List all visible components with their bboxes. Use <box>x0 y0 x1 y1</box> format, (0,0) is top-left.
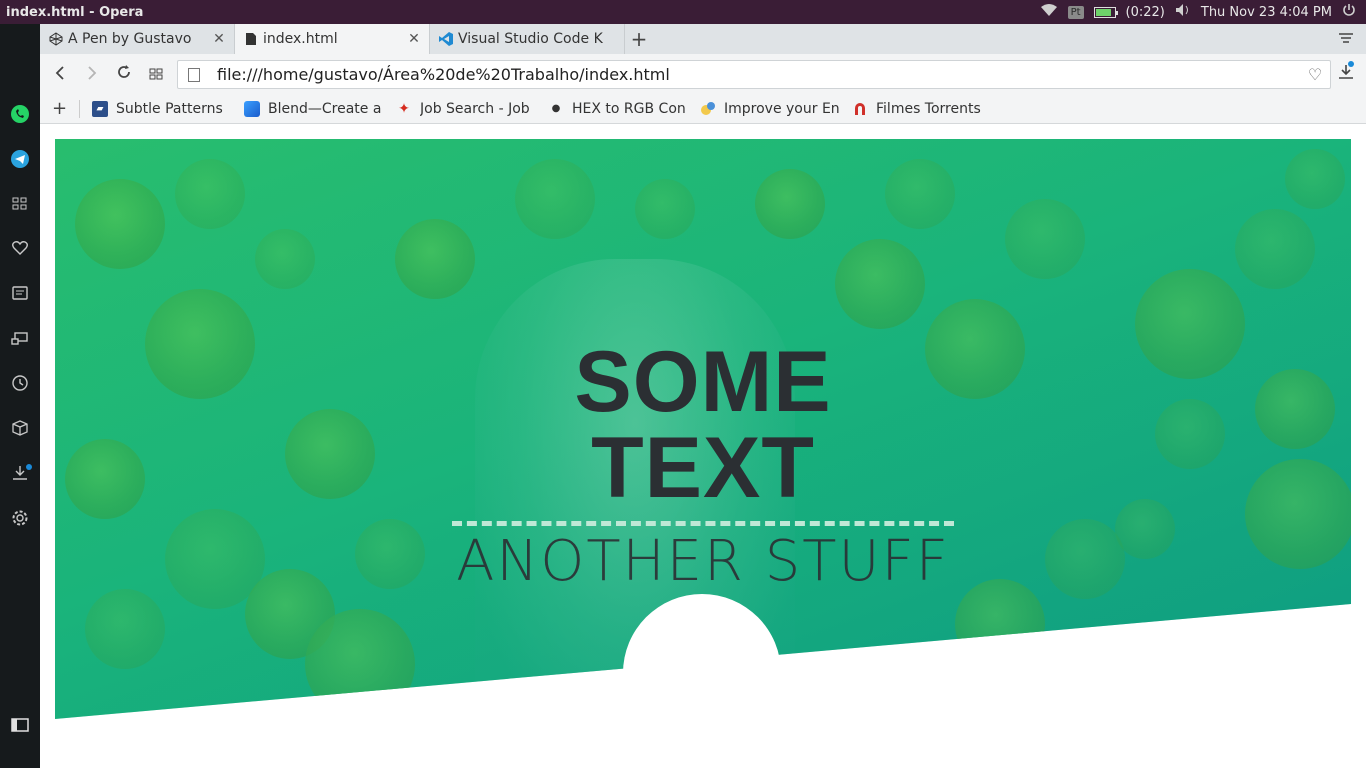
maple-leaf-icon: ✦ <box>398 100 410 117</box>
tab-strip: A Pen by Gustavo ✕ index.html ✕ Visual S… <box>40 24 1366 54</box>
magnet-icon <box>852 101 868 117</box>
wifi-icon[interactable] <box>1040 3 1058 21</box>
tab-label: A Pen by Gustavo <box>68 31 192 47</box>
keyboard-layout-indicator[interactable]: Pt <box>1067 5 1084 19</box>
speed-dial-button[interactable] <box>140 65 172 84</box>
address-field[interactable]: file:///home/gustavo/Área%20de%20Trabalh… <box>177 60 1331 89</box>
power-icon[interactable] <box>1342 3 1356 21</box>
speed-dial-icon[interactable] <box>10 194 30 214</box>
sidebar-toggle-icon[interactable] <box>10 717 30 737</box>
bookmark-heart-icon[interactable]: ♡ <box>1300 65 1330 84</box>
battery-time: (0:22) <box>1125 4 1165 20</box>
hero-subtitle: ANOTHER STUFF <box>456 529 950 594</box>
tab-codepen[interactable]: A Pen by Gustavo ✕ <box>40 24 235 54</box>
hero-bottom-circle <box>623 594 781 752</box>
whatsapp-icon[interactable] <box>10 104 30 124</box>
codepen-icon <box>48 31 64 47</box>
subtle-patterns-icon: ▰ <box>92 100 108 117</box>
bookmark-job-search[interactable]: ✦ Job Search - Job <box>384 101 536 117</box>
file-icon <box>243 31 259 47</box>
bookmark-improve-english[interactable]: Improve your En <box>688 101 840 117</box>
bookmarks-bar: + ▰ Subtle Patterns Blend—Create a ✦ Job… <box>40 94 1366 124</box>
tab-label: index.html <box>263 31 338 47</box>
tab-index-html[interactable]: index.html ✕ <box>235 24 430 54</box>
dot-icon: ● <box>551 103 561 114</box>
history-icon[interactable] <box>10 374 30 394</box>
close-icon[interactable]: ✕ <box>212 31 226 47</box>
blend-icon <box>244 100 260 117</box>
vscode-icon <box>438 31 454 47</box>
system-top-bar: index.html - Opera Pt (0:22) Thu Nov 23 … <box>0 0 1366 24</box>
tab-vscode[interactable]: Visual Studio Code K <box>430 24 625 54</box>
system-tray: Pt (0:22) Thu Nov 23 4:04 PM <box>1040 3 1366 21</box>
page-info-icon[interactable] <box>188 67 200 82</box>
hero-dashed-divider <box>452 521 954 526</box>
page-viewport: SOME TEXT ANOTHER STUFF <box>40 124 1366 768</box>
new-tab-button[interactable]: + <box>625 24 653 54</box>
tab-menu-icon[interactable] <box>1326 24 1366 54</box>
downloads-button[interactable] <box>1336 64 1356 84</box>
downloads-badge <box>1348 61 1354 67</box>
close-icon[interactable]: ✕ <box>407 31 421 47</box>
volume-icon[interactable] <box>1175 3 1191 21</box>
bookmark-hex-to-rgb[interactable]: ● HEX to RGB Con <box>536 101 688 117</box>
tab-label: Visual Studio Code K <box>458 31 603 47</box>
url-text[interactable]: file:///home/gustavo/Área%20de%20Trabalh… <box>217 65 1300 84</box>
bookmark-subtle-patterns[interactable]: ▰ Subtle Patterns <box>80 100 232 117</box>
news-icon[interactable] <box>10 284 30 304</box>
address-toolbar: file:///home/gustavo/Área%20de%20Trabalh… <box>40 54 1366 94</box>
bookmark-filmes-torrents[interactable]: Filmes Torrents <box>840 101 992 117</box>
back-button[interactable] <box>44 65 76 84</box>
add-bookmark-button[interactable]: + <box>40 99 80 118</box>
hero-title: SOME TEXT <box>574 334 832 516</box>
battery-icon[interactable] <box>1093 6 1118 18</box>
reload-button[interactable] <box>108 64 140 84</box>
tabs-sync-icon[interactable] <box>10 329 30 349</box>
settings-icon[interactable] <box>10 509 30 529</box>
extensions-icon[interactable] <box>10 419 30 439</box>
clock[interactable]: Thu Nov 23 4:04 PM <box>1201 5 1332 20</box>
hero-text-block: SOME TEXT ANOTHER STUFF <box>452 339 954 594</box>
bookmark-blend[interactable]: Blend—Create a <box>232 100 384 117</box>
downloads-badge <box>26 464 32 470</box>
improve-icon <box>700 101 716 117</box>
forward-button[interactable] <box>76 65 108 84</box>
telegram-icon[interactable] <box>10 149 30 169</box>
window-title: index.html - Opera <box>6 4 144 20</box>
heart-icon[interactable] <box>10 239 30 259</box>
opera-sidebar <box>0 24 40 768</box>
